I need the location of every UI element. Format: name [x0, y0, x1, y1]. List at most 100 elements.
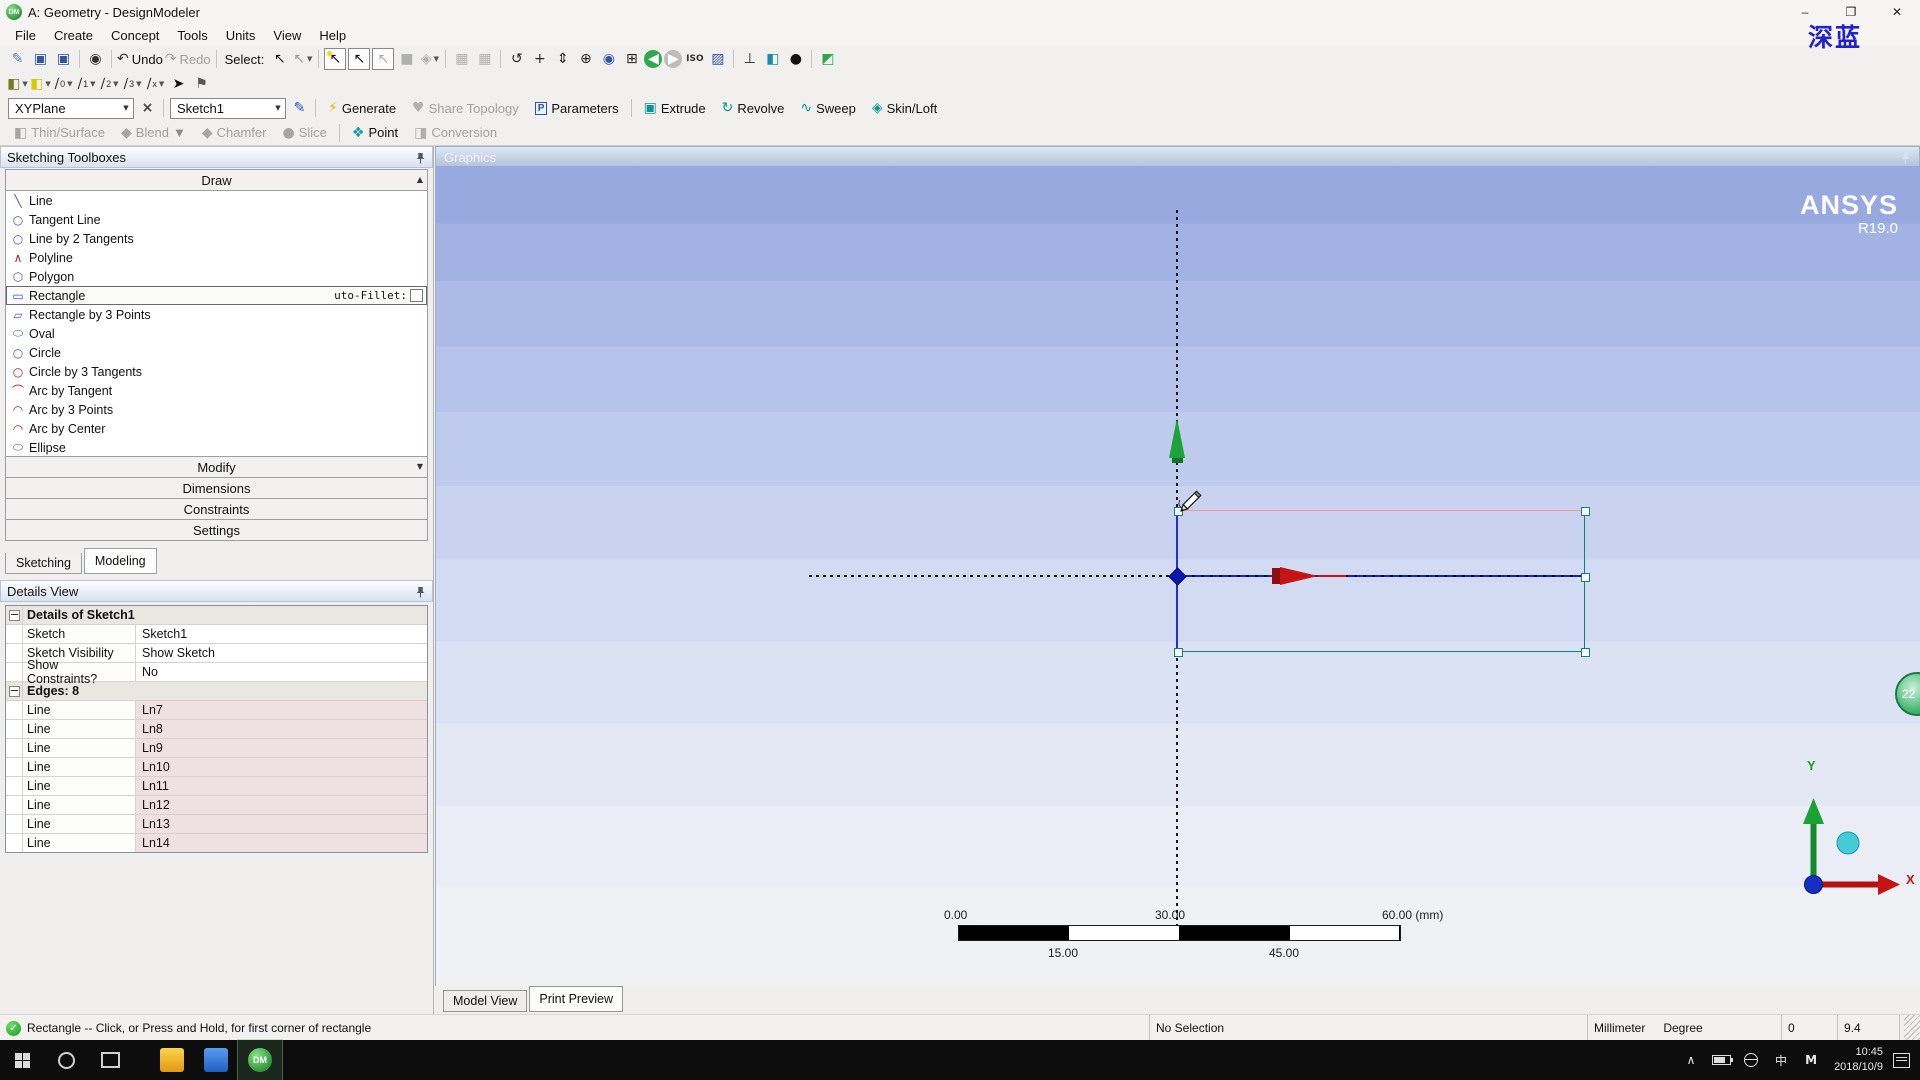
extrude-button[interactable]: ▣Extrude — [636, 97, 714, 119]
edge-color-3-icon[interactable]: ∕3▼ — [122, 74, 143, 94]
details-row-value[interactable]: Ln8 — [136, 720, 427, 738]
new-sketch-icon[interactable]: ✎ — [289, 98, 310, 118]
edge-color-x-icon[interactable]: ∕x▼ — [145, 74, 166, 94]
thin-surface-button[interactable]: ◧Thin/Surface — [6, 122, 113, 144]
tab-modeling[interactable]: Modeling — [84, 548, 157, 574]
tray-expand-icon[interactable]: ∧ — [1676, 1040, 1706, 1080]
draw-item-oval[interactable]: ⬭Oval — [6, 324, 427, 343]
details-row-value[interactable]: Sketch1 — [136, 625, 427, 643]
redo-button[interactable]: ↷Redo — [165, 49, 211, 69]
lasso-select-icon[interactable]: ▦ — [474, 49, 495, 69]
messenger-badge[interactable]: 22 — [1895, 672, 1920, 716]
edge-color-1-icon[interactable]: ∕1▼ — [76, 74, 97, 94]
chevron-down-icon[interactable]: ▼ — [22, 80, 27, 88]
menu-help[interactable]: Help — [310, 26, 355, 45]
chevron-down-icon[interactable]: ▼ — [45, 80, 50, 88]
rotate-icon[interactable]: ↺ — [506, 49, 527, 69]
taskbar-app-1[interactable] — [150, 1040, 194, 1080]
adjacency-icon[interactable]: ◈▼ — [419, 49, 440, 69]
revolve-button[interactable]: ↻Revolve — [714, 97, 793, 119]
menu-units[interactable]: Units — [217, 26, 265, 45]
menu-view[interactable]: View — [264, 26, 310, 45]
display-points-icon[interactable]: ● — [785, 49, 806, 69]
plane-view-icon[interactable]: ▨ — [707, 49, 728, 69]
vertex-handle-bottom-left[interactable] — [1174, 648, 1183, 657]
next-view-icon[interactable]: ▶ — [664, 50, 682, 68]
sketch-select[interactable]: Sketch1 ▼ — [170, 98, 286, 119]
draw-item-line[interactable]: ╲Line — [6, 191, 427, 210]
chevron-down-icon[interactable]: ▼ — [434, 55, 439, 63]
select-mode-icon[interactable]: ↖▼ — [292, 49, 313, 69]
select-pointer-icon[interactable]: ↖ — [269, 49, 290, 69]
slice-button[interactable]: ●Slice — [274, 122, 334, 144]
new-sketch-icon[interactable]: ✎ — [7, 49, 28, 69]
pin-icon[interactable] — [415, 586, 426, 597]
orientation-triad[interactable] — [1786, 786, 1920, 901]
rectangle-bottom-edge[interactable] — [1178, 651, 1585, 652]
modify-section-header[interactable]: Modify ▼ — [5, 456, 428, 478]
details-row-value[interactable]: Ln14 — [136, 834, 427, 852]
box-select-icon[interactable]: ▦ — [451, 49, 472, 69]
zoom-fit-icon[interactable]: ⊞ — [621, 49, 642, 69]
iso-view-icon[interactable]: ISO — [684, 49, 705, 69]
pin-icon[interactable] — [1900, 152, 1911, 163]
details-row-value[interactable]: Ln9 — [136, 739, 427, 757]
previous-view-icon[interactable]: ◀ — [644, 50, 662, 68]
pan-icon[interactable]: + — [529, 49, 550, 69]
draw-item-arc-by-3-points[interactable]: ◠Arc by 3 Points — [6, 400, 427, 419]
vertex-handle-bottom-right[interactable] — [1581, 648, 1590, 657]
close-button[interactable]: ✕ — [1874, 0, 1920, 24]
task-view-button[interactable] — [88, 1040, 132, 1080]
edge-color-2-icon[interactable]: ∕2▼ — [99, 74, 120, 94]
chevron-down-icon[interactable]: ▼ — [90, 80, 95, 88]
collapse-toggle[interactable] — [6, 606, 23, 624]
frozen-body-icon[interactable]: ⚑ — [191, 74, 212, 94]
edge-direction-icon[interactable]: ➤ — [168, 74, 189, 94]
taskbar-app-2[interactable] — [194, 1040, 238, 1080]
details-group-header[interactable]: Edges: 8 — [6, 682, 427, 701]
scroll-down-icon[interactable]: ▼ — [417, 462, 423, 471]
auto-fillet-checkbox[interactable] — [410, 289, 423, 302]
tab-sketching[interactable]: Sketching — [5, 553, 82, 574]
zoom-in-icon[interactable]: ⊕ — [575, 49, 596, 69]
zoom-3d-icon[interactable]: ◉ — [598, 49, 619, 69]
share-topology-button[interactable]: ♥Share Topology — [404, 97, 527, 119]
tab-model-view[interactable]: Model View — [443, 990, 527, 1012]
ime-indicator[interactable]: 中 — [1766, 1040, 1796, 1080]
tab-print-preview[interactable]: Print Preview — [529, 986, 623, 1012]
sweep-button[interactable]: ∿Sweep — [792, 97, 863, 119]
point-button[interactable]: ❖Point — [344, 122, 406, 144]
draw-item-circle-by-3-tangents[interactable]: ○Circle by 3 Tangents — [6, 362, 427, 381]
clock[interactable]: 10:45 2018/10/9 — [1826, 1045, 1891, 1075]
resize-grip[interactable] — [1904, 1015, 1920, 1041]
draw-item-arc-by-center[interactable]: ◠Arc by Center — [6, 419, 427, 438]
display-model-icon[interactable]: ◧ — [762, 49, 783, 69]
taskbar-designmodeler[interactable]: DM — [238, 1040, 282, 1080]
face-status-icon[interactable]: ◧▼ — [30, 74, 51, 94]
details-group-header[interactable]: Details of Sketch1 — [6, 606, 427, 625]
menu-create[interactable]: Create — [45, 26, 102, 45]
settings-section-header[interactable]: Settings — [5, 519, 428, 541]
network-icon[interactable] — [1736, 1040, 1766, 1080]
chevron-down-icon[interactable]: ▼ — [173, 125, 186, 140]
details-row-value[interactable]: Ln7 — [136, 701, 427, 719]
chevron-down-icon[interactable]: ▼ — [307, 55, 312, 63]
conversion-button[interactable]: ◨Conversion — [406, 122, 505, 144]
image-capture-icon[interactable]: ◉ — [85, 49, 106, 69]
filter-face-icon[interactable]: ↖ — [372, 48, 394, 70]
menu-concept[interactable]: Concept — [102, 26, 168, 45]
draw-item-polygon[interactable]: ⬡Polygon — [6, 267, 427, 286]
menu-file[interactable]: File — [6, 26, 45, 45]
chevron-down-icon[interactable]: ▼ — [271, 104, 285, 112]
chevron-down-icon[interactable]: ▼ — [136, 80, 141, 88]
details-row-value[interactable]: No — [136, 663, 427, 681]
parameters-button[interactable]: PParameters — [527, 97, 627, 119]
details-row-value[interactable]: Ln10 — [136, 758, 427, 776]
details-row-value[interactable]: Show Sketch — [136, 644, 427, 662]
draw-item-line-by-2-tangents[interactable]: ○Line by 2 Tangents — [6, 229, 427, 248]
filter-body-icon[interactable]: ■ — [396, 49, 417, 69]
blend-button[interactable]: ◆Blend▼ — [113, 122, 194, 144]
filter-vertex-icon[interactable]: ↖ — [324, 48, 346, 70]
chamfer-button[interactable]: ◆Chamfer — [194, 122, 275, 144]
chevron-down-icon[interactable]: ▼ — [113, 80, 118, 88]
